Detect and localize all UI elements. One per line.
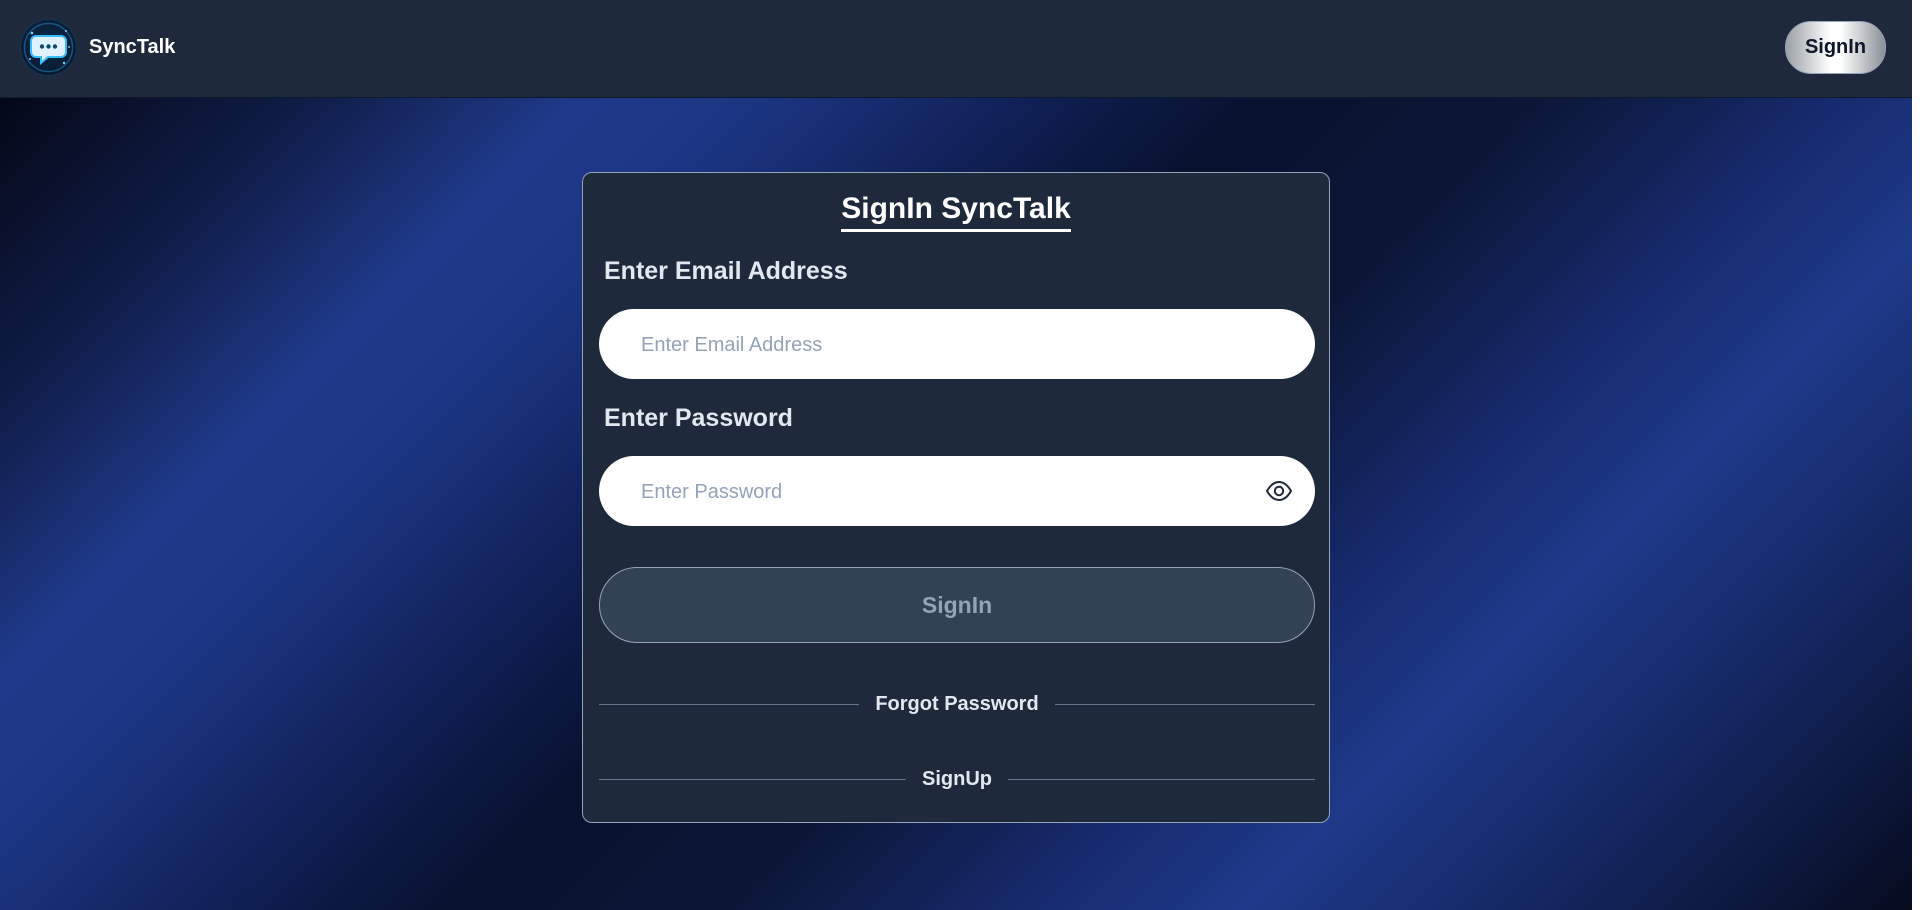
forgot-password-row: Forgot Password [599,689,1316,719]
card-title: SignIn SyncTalk [841,191,1071,232]
password-label: Enter Password [604,404,793,432]
signin-card: SignIn SyncTalk Enter Email Address Ente… [582,172,1330,823]
divider-line [1008,778,1315,780]
password-field[interactable] [639,456,1243,528]
divider-line [1054,703,1316,705]
divider-line [599,703,860,705]
card-title-wrap: SignIn SyncTalk [583,191,1329,232]
password-field-wrap [599,456,1315,528]
chat-bubble-logo-icon [20,18,77,76]
brand[interactable]: SyncTalk [20,17,175,77]
brand-name: SyncTalk [89,35,176,58]
page-background: SyncTalk SignIn SignIn SyncTalk Enter Em… [0,0,1920,910]
window-edge [1912,0,1920,910]
nav-signin-button[interactable]: SignIn [1785,21,1886,74]
navbar: SyncTalk SignIn [0,0,1912,98]
forgot-password-link[interactable]: Forgot Password [859,693,1054,716]
email-label: Enter Email Address [604,257,848,285]
divider-line [599,778,906,780]
eye-icon[interactable] [1265,479,1293,503]
email-field[interactable] [639,309,1243,381]
signin-submit-button[interactable]: SignIn [599,567,1315,643]
email-field-wrap [599,309,1315,381]
signup-row: SignUp [599,764,1315,794]
signup-link[interactable]: SignUp [906,768,1008,791]
